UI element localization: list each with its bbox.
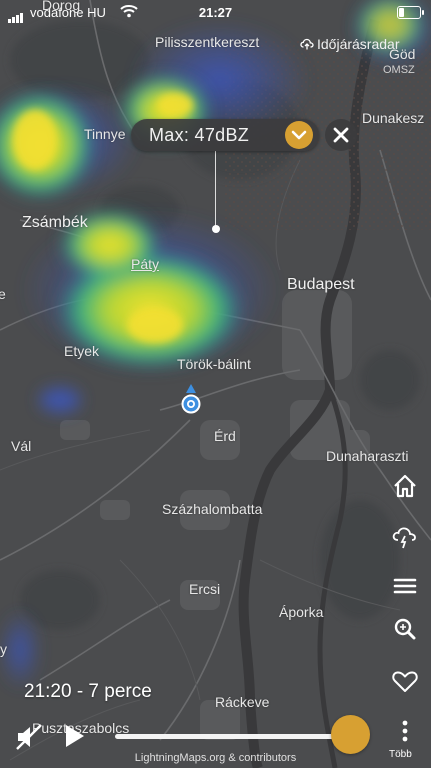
place-label: Dorog	[42, 0, 81, 13]
cloud-upload-icon	[300, 38, 314, 50]
place-label: Török-bálint	[177, 356, 251, 372]
play-button[interactable]	[60, 722, 88, 755]
battery-icon	[397, 6, 424, 19]
timeline-slider[interactable]	[115, 734, 355, 739]
heart-icon	[392, 671, 418, 692]
playback-time-label: 21:20 - 7 perce	[24, 681, 152, 702]
expand-button[interactable]	[285, 121, 313, 149]
max-reflectivity-popup[interactable]: Max: 47dBZ	[131, 119, 319, 151]
place-label: Áporka	[279, 604, 324, 620]
favorites-button[interactable]	[390, 666, 420, 696]
search-button[interactable]	[390, 614, 420, 644]
sound-off-icon	[16, 724, 42, 750]
close-popup-button[interactable]	[325, 119, 357, 151]
radar-link-label: Időjárásradar	[317, 36, 400, 52]
popup-pointer	[215, 151, 216, 229]
place-label: Ercsi	[189, 581, 221, 597]
place-label: Göd	[389, 46, 416, 62]
place-label: Ráckeve	[215, 694, 270, 710]
place-label: Budapest	[287, 276, 355, 293]
place-label: Etyek	[64, 343, 100, 359]
place-label: Pilisszentkereszt	[155, 34, 260, 50]
place-label: Dunakesz	[362, 110, 425, 126]
home-button[interactable]	[390, 471, 420, 501]
max-reflectivity-label: Max: 47dBZ	[149, 125, 250, 145]
home-icon	[394, 474, 416, 498]
more-icon	[402, 720, 408, 742]
storm-cloud-icon	[392, 527, 416, 549]
place-label: Zsámbék	[22, 214, 88, 231]
location-icon[interactable]	[180, 383, 202, 417]
popup-anchor-dot	[212, 225, 220, 233]
place-label: e	[0, 286, 6, 302]
search-icon	[394, 618, 416, 640]
storm-button[interactable]	[390, 521, 420, 551]
radar-source-label: OMSZ	[383, 64, 415, 76]
menu-button[interactable]	[390, 571, 420, 601]
place-label: Százhalombatta	[162, 501, 263, 517]
timeline-slider-handle[interactable]	[331, 715, 370, 754]
close-icon	[333, 127, 349, 143]
place-label: y	[0, 641, 7, 657]
place-label: Páty	[131, 256, 160, 272]
place-label: Vál	[11, 438, 32, 454]
chevron-down-icon	[291, 130, 307, 140]
more-button[interactable]	[390, 716, 420, 746]
radar-source-link[interactable]: Időjárásradar	[300, 36, 400, 52]
place-label: Tinnye	[84, 126, 126, 142]
menu-icon	[393, 578, 417, 594]
place-label: Dunaharaszti	[326, 448, 409, 464]
play-icon	[66, 725, 84, 747]
place-label: Érd	[214, 428, 236, 444]
map-attribution: LightningMaps.org & contributors	[134, 752, 297, 764]
